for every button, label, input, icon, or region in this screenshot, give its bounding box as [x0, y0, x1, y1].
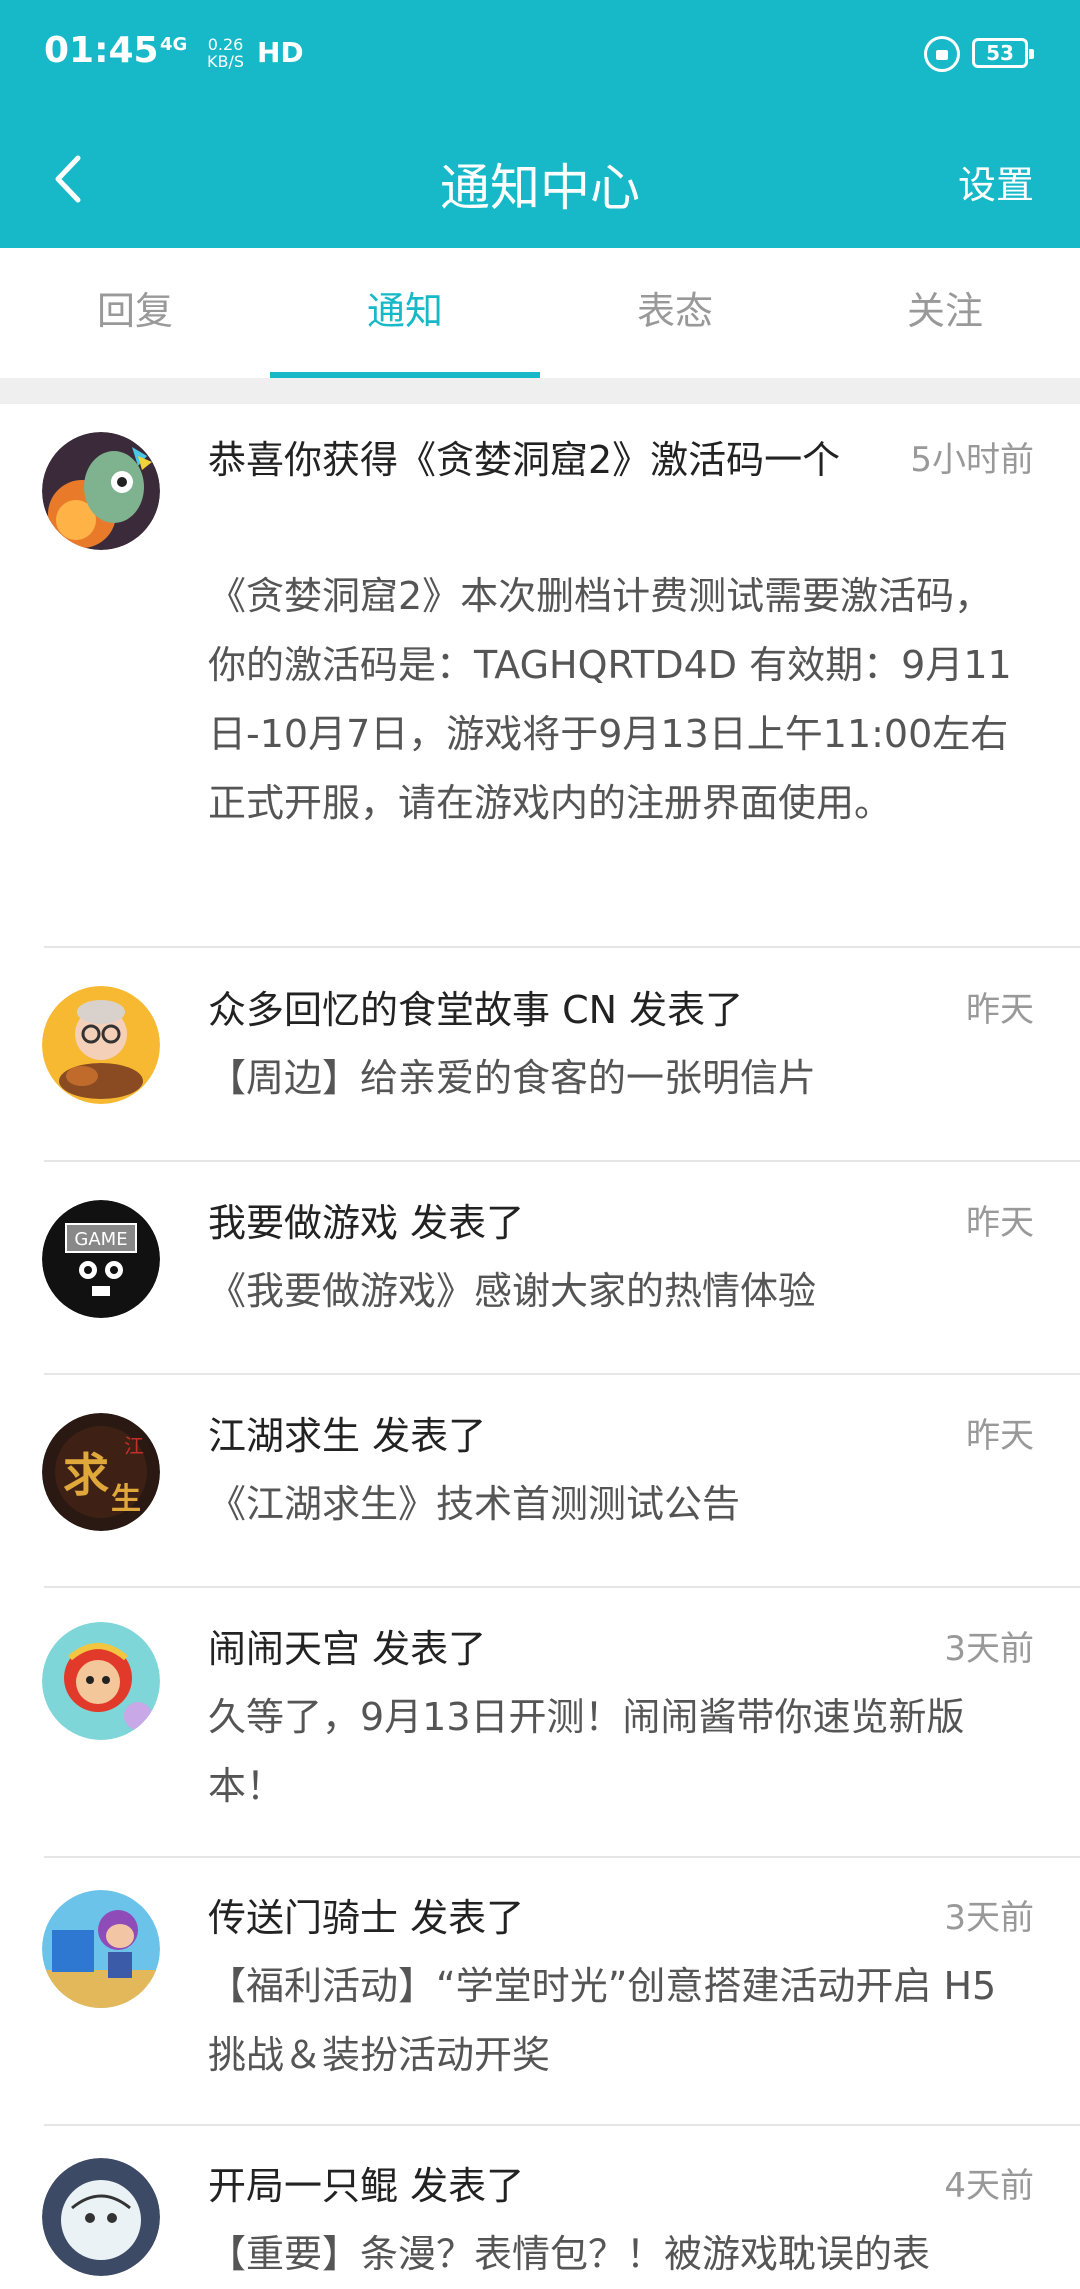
- game-avatar-icon: 求 生 江: [42, 1413, 160, 1531]
- notification-item[interactable]: 开局一只鲲 发表了 4天前 【重要】条漫？表情包？！被游戏耽误的表: [42, 2126, 1080, 2286]
- game-avatar-icon: GAME: [42, 1200, 160, 1318]
- notification-time: 昨天: [966, 1203, 1034, 1243]
- tab-reaction[interactable]: 表态: [540, 248, 810, 378]
- battery-icon: 53: [972, 38, 1034, 68]
- notification-time: 4天前: [944, 2166, 1034, 2206]
- notification-title: 恭喜你获得《贪婪洞窟2》激活码一个: [208, 438, 841, 482]
- notification-time: 昨天: [966, 990, 1034, 1030]
- notification-body: 久等了，9月13日开测！闹闹酱带你速览新版本！: [208, 1695, 965, 1808]
- game-avatar-icon: [42, 1890, 160, 2008]
- page-title: 通知中心: [440, 159, 640, 217]
- hd-icon: HD: [257, 36, 304, 69]
- notification-body: 【重要】条漫？表情包？！被游戏耽误的表: [208, 2232, 931, 2276]
- notification-time: 5小时前: [910, 440, 1034, 480]
- svg-text:GAME: GAME: [74, 1229, 127, 1250]
- svg-text:求: 求: [63, 1448, 109, 1502]
- network-speed: 0.26 KB/S: [207, 36, 244, 70]
- app-header: 通知中心 设置: [0, 110, 1080, 248]
- signal-icon: 4G: [160, 34, 188, 55]
- notification-body: 《江湖求生》技术首测测试公告: [208, 1482, 741, 1526]
- notification-body: 【周边】给亲爱的食客的一张明信片: [208, 1056, 817, 1100]
- game-avatar-icon: [42, 986, 160, 1104]
- notification-item[interactable]: 众多回忆的食堂故事 CN 发表了 昨天 【周边】给亲爱的食客的一张明信片: [42, 948, 1080, 1162]
- status-bar: 01:45 4G 0.26 KB/S HD 53: [0, 0, 1080, 110]
- notification-item[interactable]: GAME 我要做游戏 发表了 昨天 《我要做游戏》感谢大家的热情体验: [42, 1162, 1080, 1375]
- settings-button[interactable]: 设置: [958, 136, 1034, 227]
- notification-time: 3天前: [944, 1898, 1034, 1938]
- notification-list: 恭喜你获得《贪婪洞窟2》激活码一个 5小时前 《贪婪洞窟2》本次删档计费测试需要…: [0, 404, 1080, 2286]
- status-time: 01:45: [44, 30, 159, 71]
- tab-follow[interactable]: 关注: [810, 248, 1080, 378]
- tab-reply[interactable]: 回复: [0, 248, 270, 378]
- game-avatar-icon: [42, 1622, 160, 1740]
- notification-time: 昨天: [966, 1416, 1034, 1456]
- notification-body: 《我要做游戏》感谢大家的热情体验: [208, 1269, 817, 1313]
- tab-bar: 回复 通知 表态 关注: [0, 248, 1080, 378]
- notification-title: 开局一只鲲 发表了: [208, 2164, 525, 2208]
- game-avatar-icon: [42, 2158, 160, 2276]
- notification-body: 【福利活动】“学堂时光”创意搭建活动开启 H5挑战＆装扮活动开奖: [208, 1964, 997, 2077]
- svg-text:生: 生: [111, 1482, 141, 1517]
- notification-title: 江湖求生 发表了: [208, 1414, 487, 1458]
- network-speed-unit: KB/S: [207, 52, 245, 71]
- notification-item[interactable]: 求 生 江 江湖求生 发表了 昨天 《江湖求生》技术首测测试公告: [42, 1375, 1080, 1588]
- game-avatar-icon: [42, 432, 160, 550]
- section-divider: [0, 378, 1080, 404]
- notification-title: 闹闹天宫 发表了: [208, 1627, 487, 1671]
- notification-title: 我要做游戏 发表了: [208, 1201, 525, 1245]
- rotation-lock-icon: [924, 36, 960, 72]
- notification-item[interactable]: 传送门骑士 发表了 3天前 【福利活动】“学堂时光”创意搭建活动开启 H5挑战＆…: [42, 1858, 1080, 2126]
- notification-title: 传送门骑士 发表了: [208, 1896, 525, 1940]
- notification-title: 众多回忆的食堂故事 CN 发表了: [208, 988, 744, 1032]
- notification-item[interactable]: 恭喜你获得《贪婪洞窟2》激活码一个 5小时前 《贪婪洞窟2》本次删档计费测试需要…: [42, 404, 1080, 948]
- notification-time: 3天前: [944, 1629, 1034, 1669]
- notification-item[interactable]: 闹闹天宫 发表了 3天前 久等了，9月13日开测！闹闹酱带你速览新版本！: [42, 1588, 1080, 1858]
- svg-text:江: 江: [124, 1434, 144, 1458]
- tab-notice[interactable]: 通知: [270, 248, 540, 378]
- notification-body: 《贪婪洞窟2》本次删档计费测试需要激活码，你的激活码是：TAGHQRTD4D 有…: [208, 574, 1012, 825]
